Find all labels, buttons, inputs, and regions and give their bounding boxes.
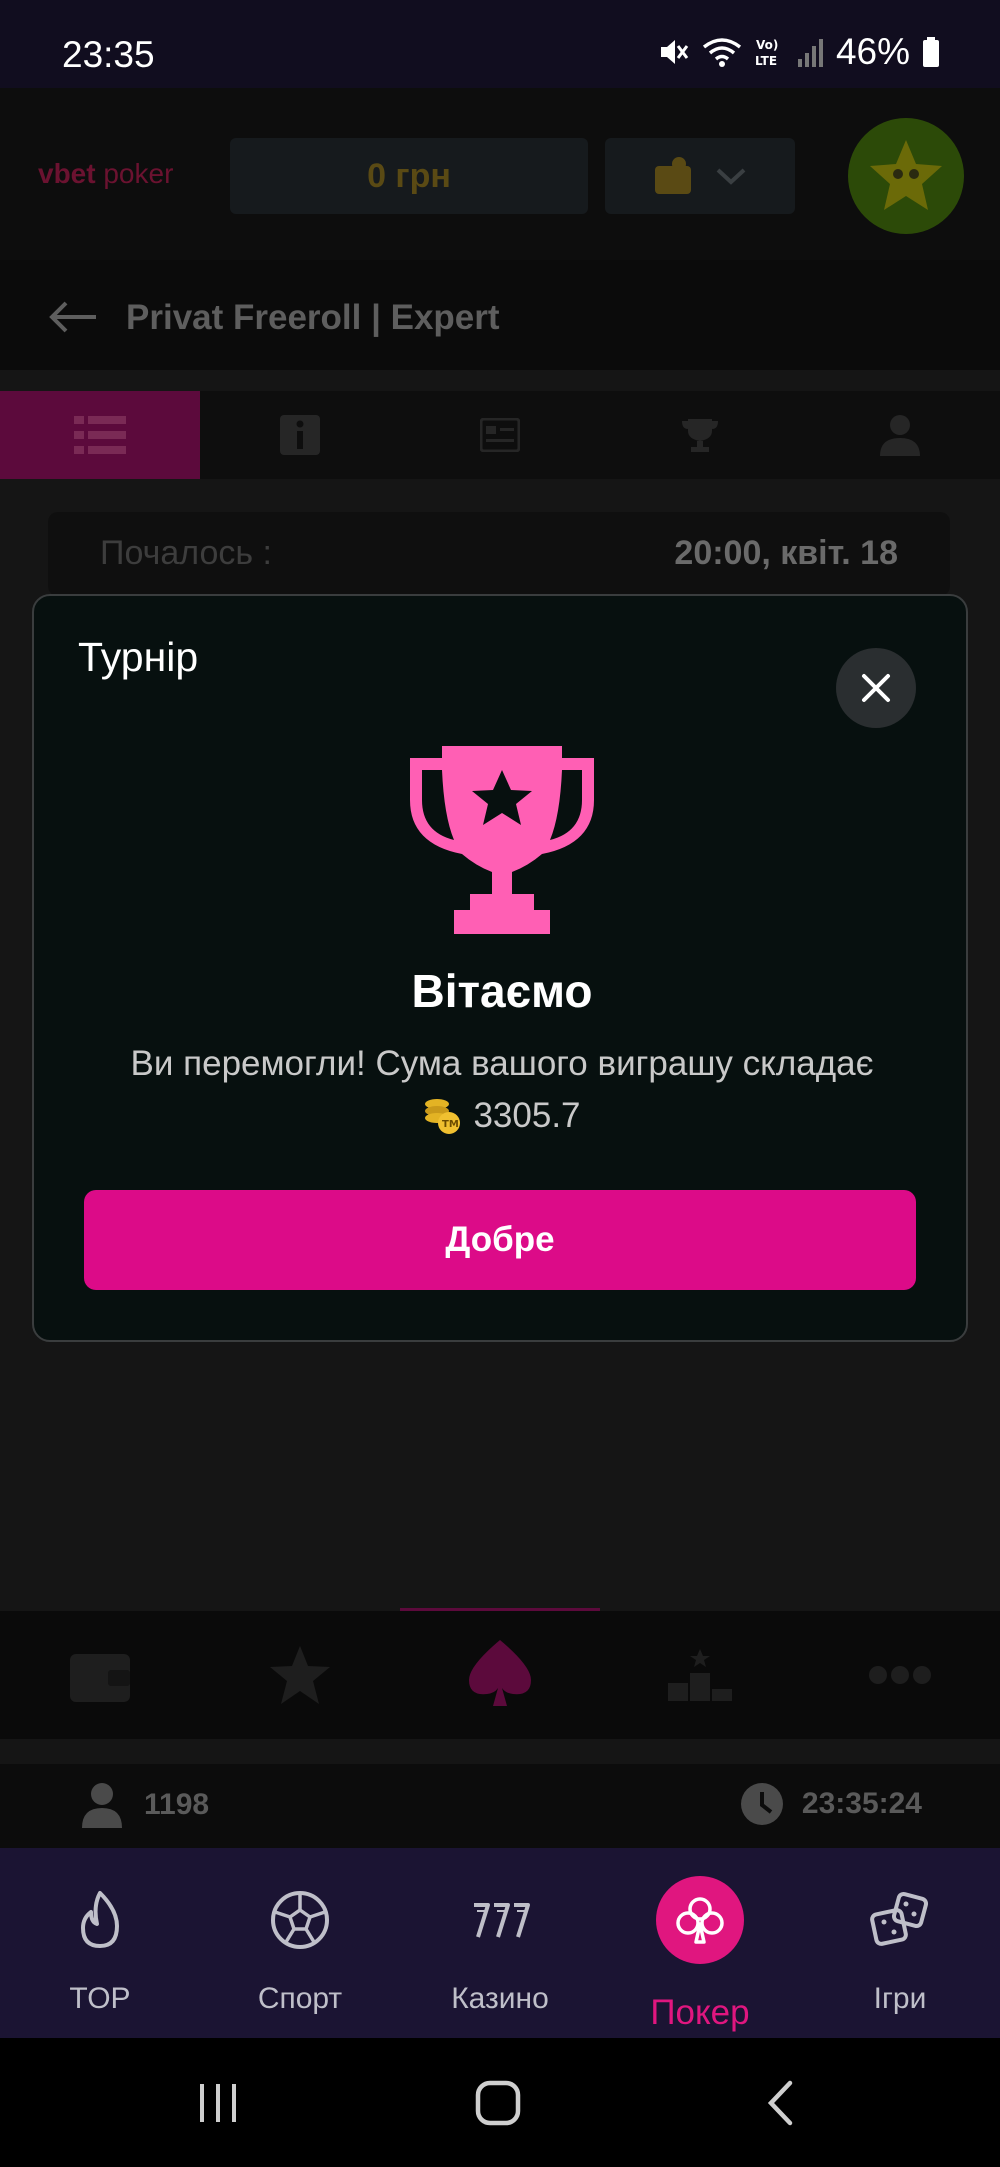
coins-icon: TM xyxy=(425,1099,461,1134)
win-amount: TM 3305.7 xyxy=(34,1096,970,1136)
tab-user[interactable] xyxy=(800,391,1000,479)
tab-card[interactable] xyxy=(400,391,600,479)
page-title: Privat Freeroll | Expert xyxy=(126,298,500,337)
poker-club-icon xyxy=(676,1897,724,1944)
modal-heading: Вітаємо xyxy=(411,965,593,1017)
bottom-nav-sport[interactable]: Спорт xyxy=(200,1848,400,2038)
tab-list[interactable] xyxy=(0,391,200,479)
trophy-icon xyxy=(410,746,594,934)
game-nav-more[interactable] xyxy=(800,1611,1000,1739)
game-nav-wallet[interactable] xyxy=(0,1611,200,1739)
players-count: 1198 xyxy=(144,1788,210,1821)
star-icon xyxy=(270,1646,330,1704)
online-bar: 1198 23:35:24 xyxy=(0,1764,1000,1848)
podium-icon xyxy=(668,1649,732,1701)
home-button[interactable] xyxy=(438,2038,558,2167)
svg-text:TM: TM xyxy=(442,1119,459,1130)
recent-apps-icon xyxy=(200,2083,236,2122)
dice-icon xyxy=(870,1891,929,1946)
close-icon xyxy=(862,674,890,702)
soccer-ball-icon xyxy=(271,1891,329,1949)
slots-777-icon xyxy=(474,1903,530,1938)
game-nav-favorites[interactable] xyxy=(200,1611,400,1739)
back-chevron-icon xyxy=(767,2080,793,2125)
bottom-nav-top-label: TOP xyxy=(69,1982,131,2015)
bottom-nav-sport-icon-wrap xyxy=(200,1878,400,1962)
status-bar: 23:35 Vo) LTE 46% xyxy=(0,0,1000,88)
list-icon xyxy=(74,416,126,454)
close-button[interactable] xyxy=(836,648,916,728)
players-online: 1198 xyxy=(82,1782,209,1828)
avatar[interactable] xyxy=(848,118,964,234)
game-nav xyxy=(0,1611,1000,1739)
tournament-tabs xyxy=(0,391,1000,479)
bottom-nav-poker-icon-wrap xyxy=(600,1876,800,1964)
back-arrow-icon[interactable] xyxy=(48,300,98,334)
user-icon xyxy=(880,415,920,456)
home-icon xyxy=(475,2080,521,2125)
volte-icon: Vo) LTE xyxy=(755,38,778,68)
trophy-icon xyxy=(682,419,718,452)
back-button[interactable] xyxy=(720,2038,840,2167)
battery-percent: 46% xyxy=(835,31,910,72)
tab-trophy[interactable] xyxy=(600,391,800,479)
bottom-nav: TOP Спорт Казино Покер Ігри xyxy=(0,1848,1000,2038)
user-icon xyxy=(82,1783,122,1828)
card-icon xyxy=(480,418,520,452)
bottom-nav-casino-label: Казино xyxy=(451,1982,549,2015)
bottom-nav-poker[interactable]: Покер xyxy=(600,1848,800,2038)
info-icon xyxy=(280,415,320,455)
modal-title: Турнір xyxy=(78,634,199,680)
brand-logo-rest: poker xyxy=(95,158,174,189)
chevron-down-icon xyxy=(716,168,746,185)
tournament-win-modal: Турнір Вітаємо Ви перемогли! Сума вашого… xyxy=(32,594,968,1342)
flame-icon xyxy=(81,1891,119,1948)
wallet-icon xyxy=(70,1654,130,1702)
svg-text:LTE: LTE xyxy=(755,54,777,68)
game-nav-poker[interactable] xyxy=(400,1611,600,1739)
mute-icon xyxy=(660,40,689,64)
app-header: vbet poker 0 грн xyxy=(0,88,1000,260)
status-icons: Vo) LTE 46% xyxy=(656,30,940,74)
brand-logo-bold: vbet xyxy=(38,158,96,189)
star-avatar-icon xyxy=(870,140,942,210)
bottom-nav-games-label: Ігри xyxy=(873,1982,927,2015)
bottom-nav-top[interactable]: TOP xyxy=(0,1848,200,2038)
clock-time: 23:35:24 xyxy=(801,1787,922,1820)
bottom-nav-casino-icon-wrap xyxy=(400,1878,600,1962)
win-amount-value: 3305.7 xyxy=(473,1096,581,1135)
page-title-row: Privat Freeroll | Expert xyxy=(0,260,1000,370)
start-time-label: Почалось : xyxy=(100,534,272,572)
bottom-nav-games[interactable]: Ігри xyxy=(800,1848,1000,2038)
clock-icon xyxy=(740,1783,783,1825)
recent-apps-button[interactable] xyxy=(158,2038,278,2167)
battery-icon xyxy=(923,37,939,67)
wallet-dropdown[interactable] xyxy=(605,138,795,214)
start-time-value: 20:00, квіт. 18 xyxy=(674,534,898,572)
system-nav-bar xyxy=(0,2038,1000,2167)
wifi-icon xyxy=(702,38,742,67)
svg-text:Vo): Vo) xyxy=(756,38,778,52)
server-clock: 23:35:24 xyxy=(740,1782,922,1826)
status-time: 23:35 xyxy=(62,34,155,75)
bottom-nav-top-icon-wrap xyxy=(0,1878,200,1962)
more-icon xyxy=(869,1666,931,1684)
balance-text: 0 грн xyxy=(367,156,451,195)
bottom-nav-games-icon-wrap xyxy=(800,1878,1000,1962)
modal-message: Ви перемогли! Сума вашого виграшу склада… xyxy=(130,1044,874,1083)
tab-info[interactable] xyxy=(200,391,400,479)
bottom-nav-sport-label: Спорт xyxy=(257,1982,343,2015)
bottom-nav-casino[interactable]: Казино xyxy=(400,1848,600,2038)
bottom-nav-poker-label: Покер xyxy=(650,1993,750,2032)
poker-active-circle xyxy=(656,1876,744,1964)
balance-display[interactable]: 0 грн xyxy=(230,138,588,214)
wallet-icon xyxy=(655,157,691,194)
start-time-row: Почалось : 20:00, квіт. 18 xyxy=(48,512,950,596)
signal-icon xyxy=(797,39,823,67)
game-nav-leaderboard[interactable] xyxy=(600,1611,800,1739)
brand-logo[interactable]: vbet poker xyxy=(38,158,173,190)
spade-icon xyxy=(469,1640,531,1706)
ok-button[interactable]: Добре xyxy=(84,1190,916,1290)
